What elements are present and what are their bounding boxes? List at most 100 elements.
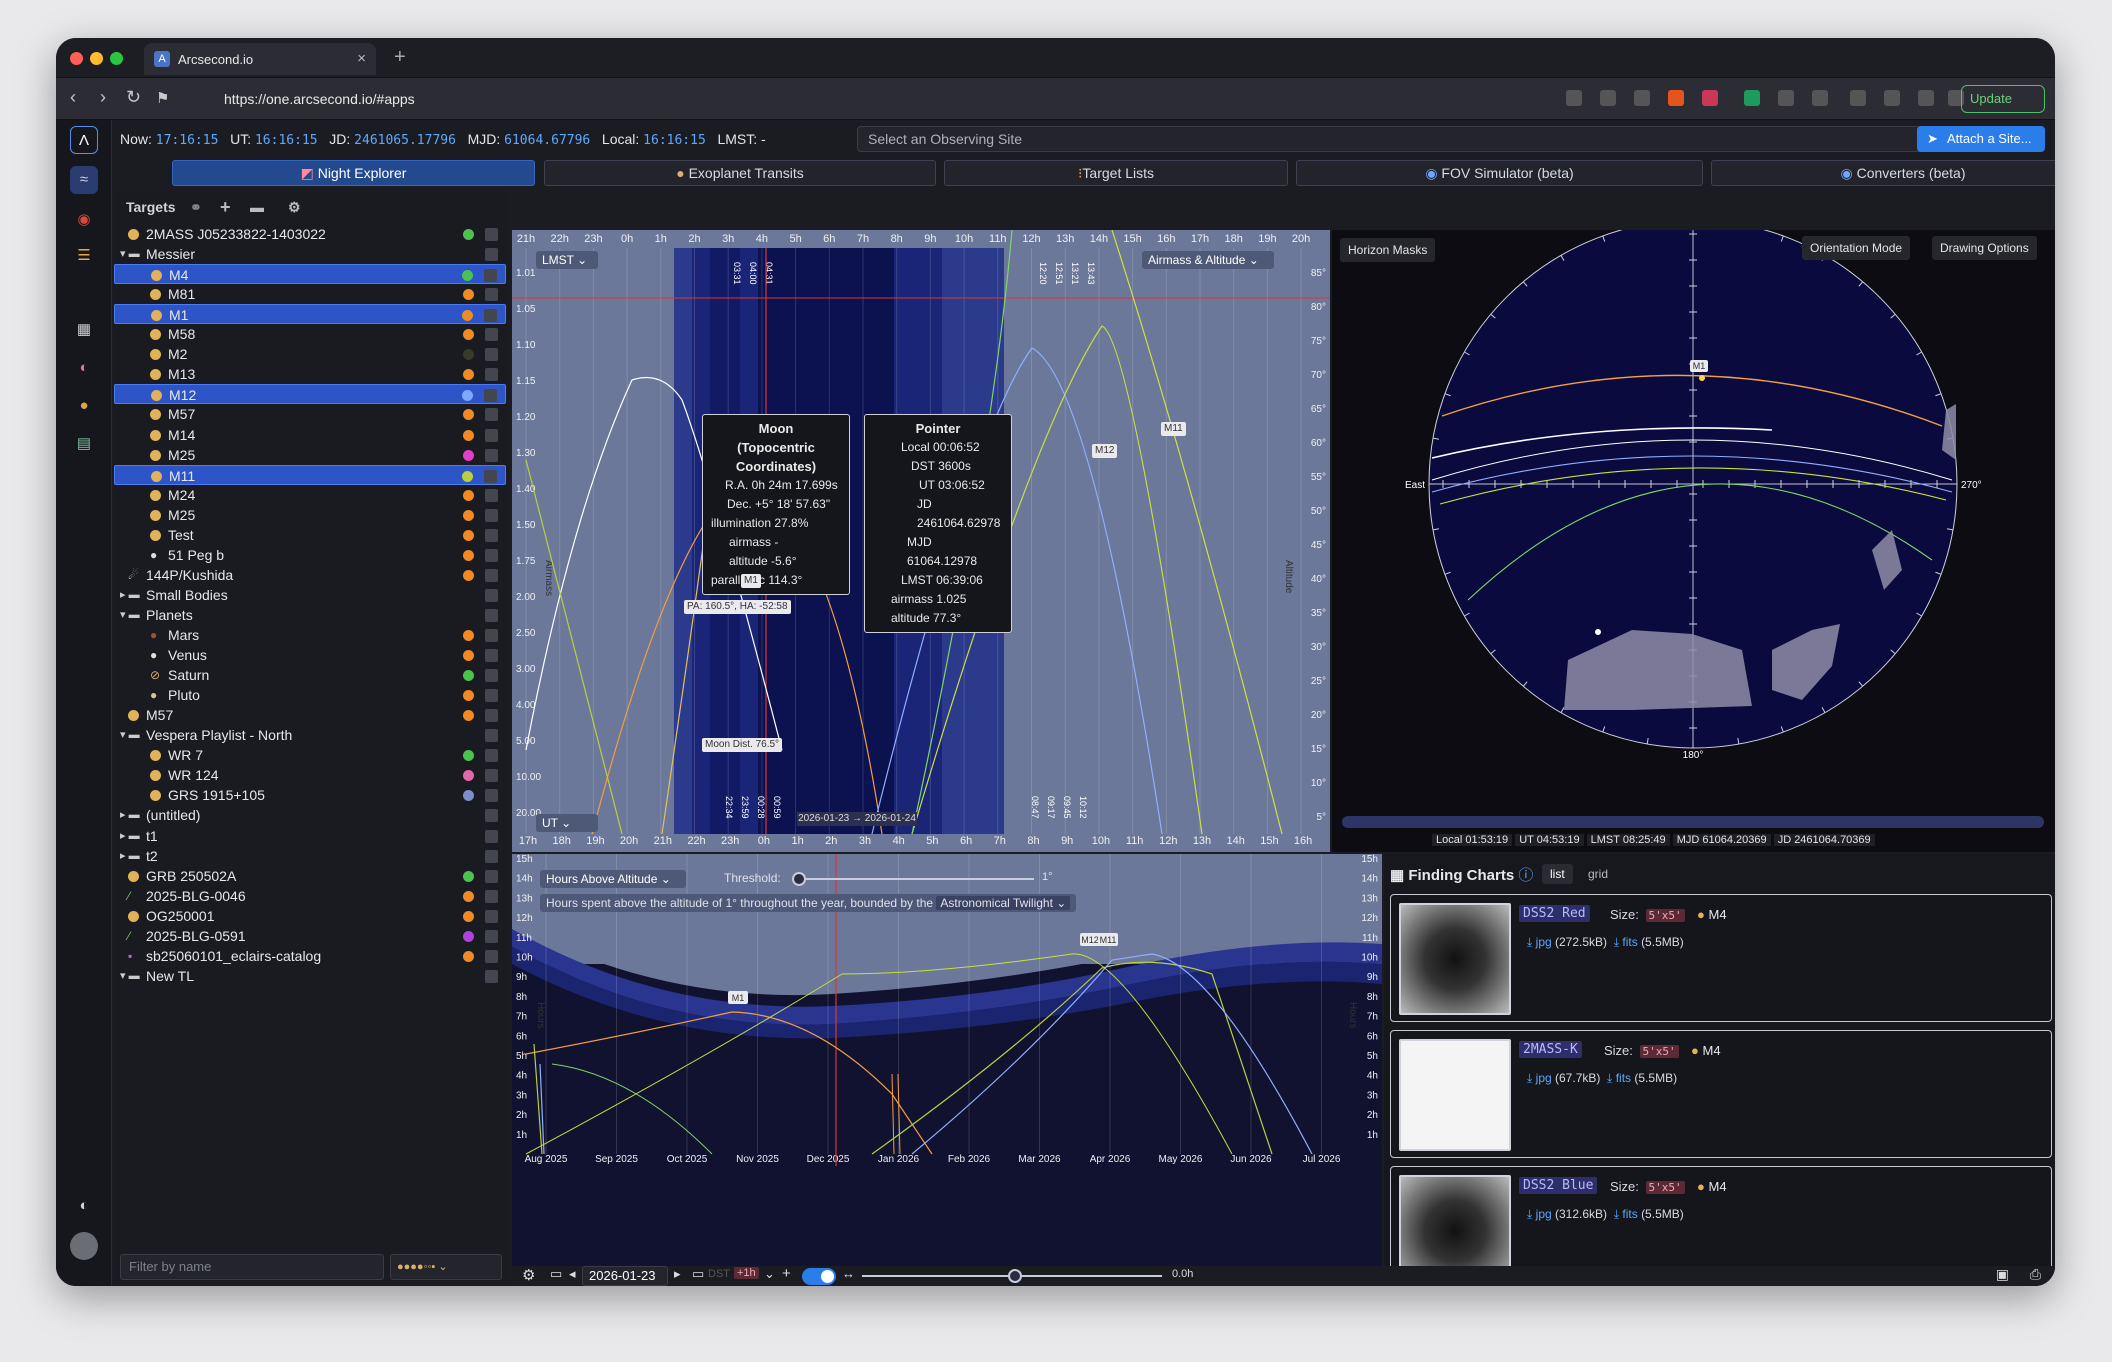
- row-menu-icon[interactable]: [485, 909, 498, 923]
- target-row[interactable]: M2: [114, 344, 506, 364]
- chart-mode-select[interactable]: Airmass & Altitude ⌄: [1142, 251, 1274, 269]
- fits-link[interactable]: fits: [1622, 935, 1637, 949]
- row-menu-icon[interactable]: [485, 368, 498, 382]
- target-row[interactable]: M25: [114, 445, 506, 465]
- tab-converters[interactable]: ◉ Converters (beta): [1711, 160, 2055, 186]
- tab-exoplanet-transits[interactable]: ● Exoplanet Transits: [544, 160, 936, 186]
- target-row[interactable]: M14: [114, 425, 506, 445]
- help-icon[interactable]: ⓘ: [1518, 867, 1533, 884]
- close-tab-icon[interactable]: ×: [357, 50, 366, 67]
- row-menu-icon[interactable]: [484, 309, 497, 323]
- live-toggle[interactable]: [802, 1268, 836, 1285]
- tab-night-explorer[interactable]: ◩ Night Explorer: [172, 160, 535, 186]
- row-menu-icon[interactable]: [485, 969, 498, 983]
- target-row[interactable]: Test: [114, 525, 506, 545]
- row-menu-icon[interactable]: [485, 669, 498, 683]
- target-row[interactable]: ⁄ 2025-BLG-0591: [114, 926, 506, 946]
- add-folder-icon[interactable]: ▬: [250, 190, 264, 224]
- previous-day-icon[interactable]: ◂: [569, 1266, 576, 1282]
- target-row[interactable]: GRB 250502A: [114, 866, 506, 886]
- row-menu-icon[interactable]: [485, 348, 498, 362]
- target-row[interactable]: WR 124: [114, 765, 506, 785]
- attach-site-button[interactable]: ➤ Attach a Site...: [1917, 126, 2045, 152]
- finding-chart-card[interactable]: DSS2 Red Size: 5'x5' ● M4 ⤓ jpg (272.5kB) ⤓…: [1390, 894, 2052, 1022]
- row-menu-icon[interactable]: [485, 548, 498, 562]
- horizon-masks-button[interactable]: Horizon Masks: [1340, 238, 1436, 262]
- star-icon[interactable]: ●: [70, 392, 98, 420]
- target-row[interactable]: ▪ sb25060101_eclairs-catalog: [114, 946, 506, 966]
- row-menu-icon[interactable]: [485, 528, 498, 542]
- tab-fov-simulator[interactable]: ◉ FOV Simulator (beta): [1296, 160, 1703, 186]
- row-menu-icon[interactable]: [485, 889, 498, 903]
- row-menu-icon[interactable]: [485, 508, 498, 522]
- print-icon[interactable]: ⎙: [2030, 1266, 2041, 1283]
- sky-map-panel[interactable]: M1NorthEast270°180° Horizon Masks Orient…: [1332, 198, 2055, 852]
- row-menu-icon[interactable]: [485, 248, 498, 262]
- target-row[interactable]: M57: [114, 705, 506, 725]
- folder-row[interactable]: ▾ ▬ New TL: [114, 966, 506, 986]
- row-menu-icon[interactable]: [485, 709, 498, 723]
- key-icon[interactable]: [1600, 90, 1616, 106]
- folder-row[interactable]: ▾ ▬ Messier: [114, 244, 506, 264]
- vue-devtools-icon[interactable]: [1744, 90, 1760, 106]
- list-view-tab[interactable]: list: [1542, 864, 1573, 884]
- leo-ai-icon[interactable]: [1918, 90, 1934, 106]
- reload-icon[interactable]: ↻: [126, 87, 141, 108]
- orientation-mode-button[interactable]: Orientation Mode: [1802, 236, 1911, 260]
- avatar[interactable]: [70, 1232, 98, 1260]
- bookmark-icon[interactable]: ⚑: [156, 89, 169, 107]
- target-row[interactable]: ● 51 Peg b: [114, 545, 506, 565]
- tab-target-lists[interactable]: ⁝Target Lists: [944, 160, 1288, 186]
- settings-icon[interactable]: ⚙: [522, 1266, 535, 1284]
- target-row[interactable]: M25: [114, 505, 506, 525]
- row-menu-icon[interactable]: [485, 428, 498, 442]
- folder-row[interactable]: ▾ ▬ Vespera Playlist - North: [114, 725, 506, 745]
- chevron-down-icon[interactable]: ⌄: [764, 1266, 775, 1282]
- date-input[interactable]: 2026-01-23: [582, 1266, 668, 1286]
- forward-icon[interactable]: ›: [100, 87, 106, 108]
- wallet-icon[interactable]: [1884, 90, 1900, 106]
- brave-shield-icon[interactable]: [1668, 90, 1684, 106]
- cast-icon[interactable]: [1566, 90, 1582, 106]
- year-mode-select[interactable]: Hours Above Altitude ⌄: [540, 870, 686, 888]
- drawing-options-button[interactable]: Drawing Options: [1932, 236, 2037, 260]
- observing-site-select[interactable]: Select an Observing Site⌄: [857, 126, 1965, 152]
- row-menu-icon[interactable]: [485, 789, 498, 803]
- row-menu-icon[interactable]: [485, 408, 498, 422]
- row-menu-icon[interactable]: [485, 649, 498, 663]
- row-menu-icon[interactable]: [485, 608, 498, 622]
- jpg-link[interactable]: jpg: [1536, 1071, 1552, 1085]
- finding-chart-thumbnail[interactable]: [1399, 1039, 1511, 1151]
- target-row[interactable]: M1: [114, 304, 506, 325]
- update-button[interactable]: Update: [1961, 85, 2045, 113]
- time-offset-handle[interactable]: [1008, 1269, 1022, 1283]
- share-icon[interactable]: [1634, 90, 1650, 106]
- target-row[interactable]: ☄ 144P/Kushida: [114, 565, 506, 585]
- row-menu-icon[interactable]: [485, 488, 498, 502]
- browser-tab[interactable]: A Arcsecond.io ×: [144, 43, 376, 75]
- row-menu-icon[interactable]: [485, 328, 498, 342]
- data-icon[interactable]: ▤: [70, 430, 98, 458]
- jpg-link[interactable]: jpg: [1536, 1207, 1552, 1221]
- back-icon[interactable]: ‹: [70, 87, 76, 108]
- telescope-icon[interactable]: ▦: [70, 316, 98, 344]
- type-filter-select[interactable]: ●●●●◦◦▪ ⌄: [390, 1254, 502, 1280]
- minimize-window-button[interactable]: [90, 52, 103, 65]
- target-row[interactable]: OG250001: [114, 906, 506, 926]
- new-tab-button[interactable]: +: [394, 46, 406, 69]
- next-day-icon[interactable]: ▸: [674, 1266, 681, 1282]
- airmass-altitude-chart[interactable]: 21h 22h 23h 0h 1h 2h 3h 4h 5h 6h 7h 8h 9h 10h 11h 12h 13…: [512, 230, 1330, 852]
- row-menu-icon[interactable]: [485, 749, 498, 763]
- row-menu-icon[interactable]: [485, 288, 498, 302]
- folder-row[interactable]: ▸ ▬ Small Bodies: [114, 585, 506, 605]
- target-row[interactable]: WR 7: [114, 745, 506, 765]
- folder-row[interactable]: ▸ ▬ t1: [114, 826, 506, 846]
- target-row[interactable]: GRS 1915+105: [114, 785, 506, 805]
- screenshot-icon[interactable]: [1812, 90, 1828, 106]
- extensions-icon[interactable]: [1778, 90, 1794, 106]
- finding-chart-card[interactable]: 2MASS-K Size: 5'x5' ● M4 ⤓ jpg (67.7kB) ⤓ f…: [1390, 1030, 2052, 1158]
- row-menu-icon[interactable]: [485, 228, 498, 241]
- row-menu-icon[interactable]: [485, 769, 498, 783]
- settings-gear-icon[interactable]: ⚙: [288, 190, 301, 224]
- threshold-slider[interactable]: [798, 878, 1034, 880]
